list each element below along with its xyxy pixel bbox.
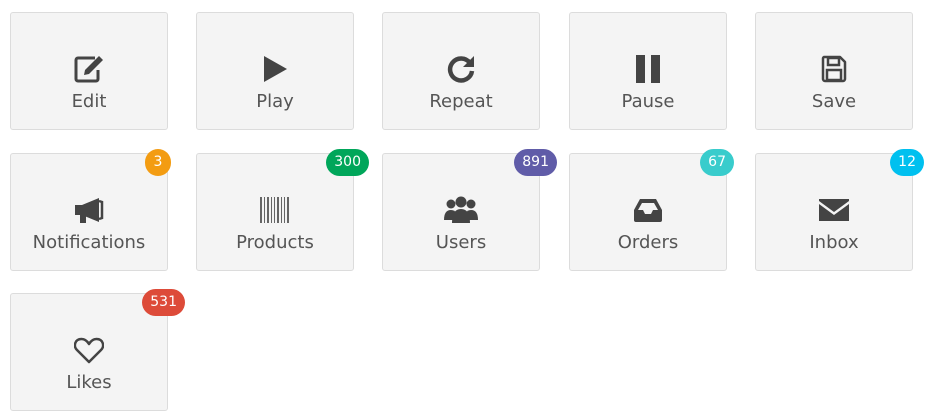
play-button[interactable]: Play xyxy=(196,12,354,130)
users-badge: 891 xyxy=(514,149,557,176)
envelope-icon xyxy=(756,190,912,230)
notifications-label: Notifications xyxy=(32,232,146,253)
barcode-icon xyxy=(197,190,353,230)
products-label: Products xyxy=(236,232,314,253)
edit-label: Edit xyxy=(71,91,107,112)
edit-button[interactable]: Edit xyxy=(10,12,168,130)
orders-badge: 67 xyxy=(700,149,734,176)
notifications-button[interactable]: 3 Notifications xyxy=(10,149,171,271)
edit-icon xyxy=(11,49,167,89)
inbox-badge: 12 xyxy=(890,149,924,176)
notifications-badge: 3 xyxy=(145,149,171,176)
users-label: Users xyxy=(435,232,487,253)
pause-button[interactable]: Pause xyxy=(569,12,727,130)
orders-button[interactable]: 67 Orders xyxy=(569,149,734,271)
orders-label: Orders xyxy=(617,232,679,253)
products-badge: 300 xyxy=(326,149,369,176)
save-label: Save xyxy=(811,91,857,112)
play-icon xyxy=(197,49,353,89)
likes-label: Likes xyxy=(66,372,112,393)
repeat-button[interactable]: Repeat xyxy=(382,12,540,130)
inbox-tray-icon xyxy=(570,190,726,230)
bullhorn-icon xyxy=(11,190,167,230)
products-button[interactable]: 300 Products xyxy=(196,149,369,271)
users-icon xyxy=(383,190,539,230)
heart-outline-icon xyxy=(11,330,167,370)
pause-icon xyxy=(570,49,726,89)
inbox-label: Inbox xyxy=(809,232,859,253)
inbox-button[interactable]: 12 Inbox xyxy=(755,149,924,271)
users-button[interactable]: 891 Users xyxy=(382,149,557,271)
save-button[interactable]: Save xyxy=(755,12,913,130)
likes-badge: 531 xyxy=(142,289,185,316)
save-icon xyxy=(756,49,912,89)
likes-button[interactable]: 531 Likes xyxy=(10,289,185,411)
repeat-icon xyxy=(383,49,539,89)
pause-label: Pause xyxy=(621,91,675,112)
repeat-label: Repeat xyxy=(429,91,493,112)
play-label: Play xyxy=(256,91,294,112)
